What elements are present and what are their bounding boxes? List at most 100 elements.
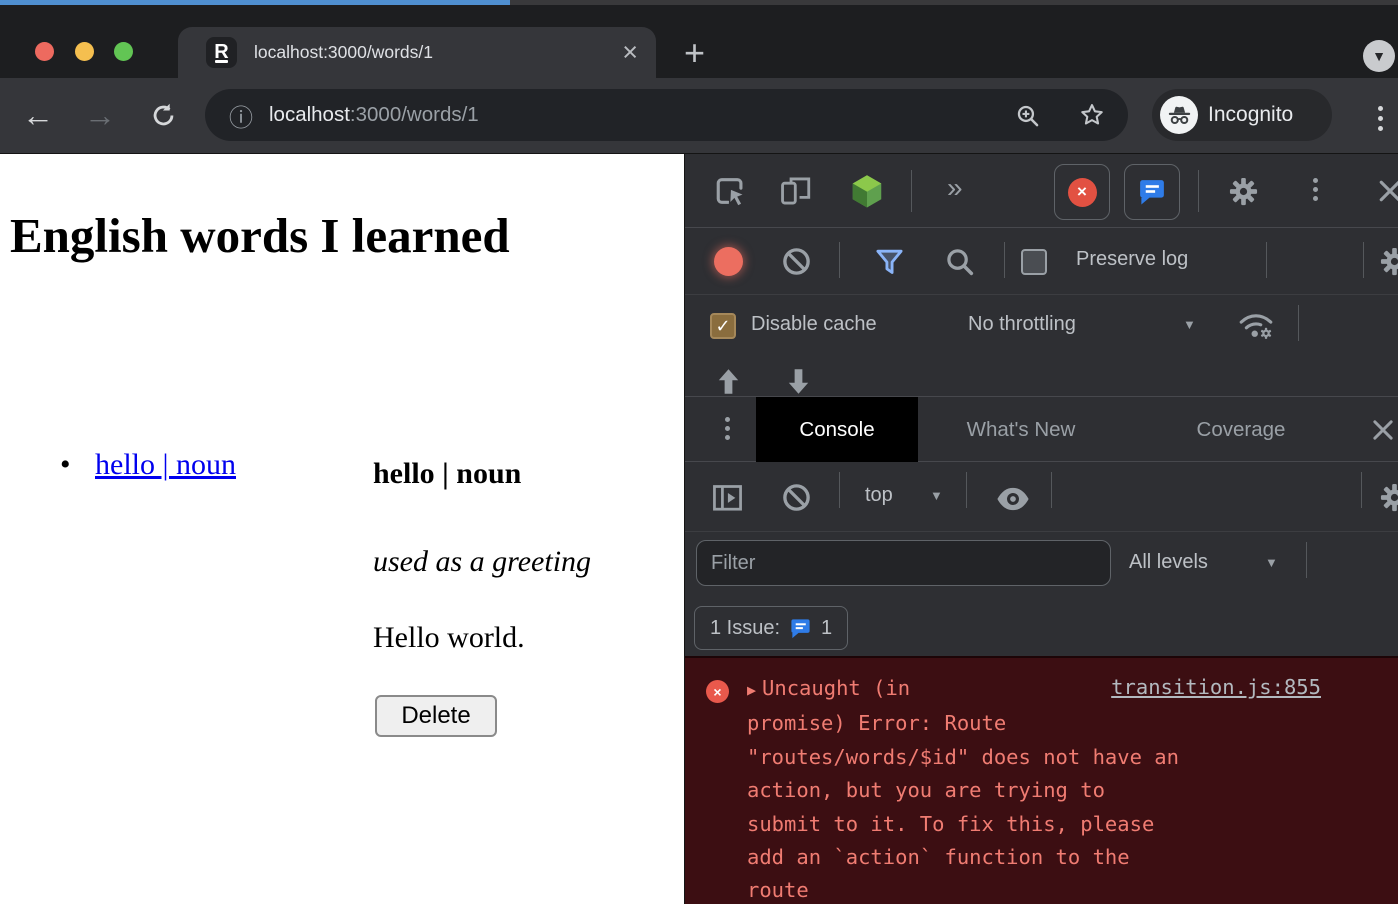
- expand-triangle-icon[interactable]: ▶: [747, 681, 756, 699]
- maximize-window-button[interactable]: [114, 42, 133, 61]
- minimize-window-button[interactable]: [75, 42, 94, 61]
- error-line: add an `action` function to the: [747, 841, 1327, 874]
- device-toolbar-icon[interactable]: [779, 174, 813, 208]
- console-sidebar-toggle-icon[interactable]: [711, 481, 744, 514]
- favicon-bar: [215, 60, 228, 63]
- site-info-icon[interactable]: ⓘ: [229, 89, 253, 141]
- console-error-message: × ▶ Uncaught (in promise) Error: Route "r…: [685, 656, 1398, 904]
- issues-badge[interactable]: [1124, 164, 1180, 220]
- issue-count: 1: [821, 617, 832, 640]
- har-buttons-row: [685, 360, 1398, 396]
- devtools-menu-dots[interactable]: [1313, 178, 1318, 183]
- tab-search-arrow-icon: ▼: [1372, 48, 1386, 64]
- levels-dropdown-arrow-icon[interactable]: ▼: [1265, 555, 1278, 570]
- url-text: localhost:3000/words/1: [269, 89, 479, 141]
- network-search-icon[interactable]: [944, 246, 975, 277]
- forward-button[interactable]: →: [84, 78, 116, 153]
- error-text: ▶ Uncaught (in promise) Error: Route "rou…: [747, 672, 1327, 904]
- console-filter-input[interactable]: [696, 540, 1111, 586]
- preserve-log-label[interactable]: Preserve log: [1076, 248, 1188, 271]
- issue-label: 1 Issue:: [710, 617, 780, 640]
- address-bar[interactable]: ⓘ localhost:3000/words/1: [205, 89, 1128, 141]
- delete-button[interactable]: Delete: [375, 695, 497, 737]
- remix-favicon: R: [206, 37, 237, 68]
- error-line: action, but you are trying to: [747, 774, 1327, 807]
- page-title: English words I learned: [10, 204, 510, 269]
- context-dropdown-arrow-icon[interactable]: ▼: [930, 488, 943, 503]
- incognito-badge[interactable]: Incognito: [1152, 89, 1332, 141]
- error-line: route: [747, 874, 1327, 904]
- drawer-close-icon[interactable]: [1369, 416, 1397, 444]
- tab-coverage[interactable]: Coverage: [1165, 397, 1317, 462]
- disable-cache-label[interactable]: Disable cache: [751, 313, 877, 336]
- devtools-main-toolbar: » ×: [685, 154, 1398, 228]
- incognito-avatar: [1160, 96, 1198, 134]
- error-count-badge[interactable]: ×: [1054, 164, 1110, 220]
- record-network-log-button[interactable]: [714, 247, 743, 276]
- error-line: submit to it. To fix this, please: [747, 808, 1327, 841]
- zoom-icon[interactable]: [1015, 103, 1040, 128]
- new-tab-button[interactable]: +: [684, 27, 705, 78]
- browser-toolbar: ← → ⓘ localhost:3000/words/1 Incognito: [0, 78, 1398, 154]
- network-conditions-wifi-icon[interactable]: [1238, 310, 1274, 342]
- drawer-menu-dots[interactable]: [725, 417, 730, 422]
- error-source-link[interactable]: transition.js:855: [1111, 675, 1321, 699]
- more-panels-chevrons[interactable]: »: [947, 172, 963, 204]
- issue-counter-pill[interactable]: 1 Issue: 1: [694, 606, 848, 650]
- tab-strip: R localhost:3000/words/1 × + ▼: [0, 5, 1398, 78]
- export-har-arrow-down-icon[interactable]: [783, 366, 814, 396]
- tab-close-icon[interactable]: ×: [622, 27, 638, 78]
- word-definition: used as a greeting: [373, 545, 591, 579]
- network-settings-gear-icon[interactable]: [1379, 246, 1398, 277]
- throttling-select[interactable]: No throttling: [968, 313, 1076, 336]
- log-levels-select[interactable]: All levels: [1129, 551, 1208, 574]
- error-x-glyph: ×: [713, 684, 721, 700]
- browser-tab[interactable]: R localhost:3000/words/1 ×: [178, 27, 656, 78]
- network-toolbar: Preserve log: [685, 228, 1398, 295]
- reload-button[interactable]: [150, 102, 177, 129]
- preserve-log-checkbox[interactable]: [1021, 249, 1047, 275]
- incognito-icon: [1166, 102, 1193, 129]
- devtools-settings-gear-icon[interactable]: [1228, 176, 1259, 207]
- tab-title: localhost:3000/words/1: [254, 27, 433, 78]
- devtools-close-icon[interactable]: [1375, 176, 1398, 206]
- issue-chat-icon: [1137, 177, 1167, 207]
- network-filter-funnel-icon[interactable]: [874, 246, 905, 277]
- throttling-dropdown-arrow-icon[interactable]: ▼: [1183, 317, 1196, 332]
- word-example: Hello world.: [373, 621, 525, 655]
- word-link[interactable]: hello | noun: [95, 448, 236, 482]
- import-har-arrow-up-icon[interactable]: [713, 366, 744, 396]
- web-page: English words I learned • hello | noun h…: [0, 154, 684, 904]
- error-line-text: Uncaught (in: [762, 676, 910, 700]
- clear-network-log-icon[interactable]: [781, 246, 812, 277]
- tab-search-button[interactable]: ▼: [1363, 40, 1395, 72]
- error-badge-x-icon: ×: [1077, 182, 1087, 202]
- drawer-tab-bar: Console What's New Coverage: [685, 396, 1398, 462]
- error-line: "routes/words/$id" does not have an: [747, 741, 1327, 774]
- console-toolbar: top ▼: [685, 462, 1398, 532]
- word-detail-title: hello | noun: [373, 457, 521, 491]
- nodejs-icon[interactable]: [849, 173, 885, 209]
- tab-whats-new[interactable]: What's New: [941, 397, 1101, 462]
- network-conditions-row: ✓ Disable cache No throttling ▼: [685, 295, 1398, 360]
- console-issues-row: 1 Issue: 1: [685, 600, 1398, 656]
- browser-menu-button[interactable]: [1378, 106, 1383, 111]
- error-line: promise) Error: Route: [747, 707, 1327, 740]
- clear-console-icon[interactable]: [781, 482, 812, 513]
- bookmark-star-icon[interactable]: [1079, 102, 1105, 128]
- checkmark-icon: ✓: [715, 316, 730, 337]
- execution-context-select[interactable]: top: [865, 484, 893, 507]
- console-settings-gear-icon[interactable]: [1379, 482, 1398, 513]
- list-bullet: •: [60, 448, 71, 482]
- back-button[interactable]: ←: [22, 78, 54, 153]
- tab-console[interactable]: Console: [756, 397, 918, 462]
- disable-cache-checkbox[interactable]: ✓: [710, 313, 736, 339]
- error-circle-icon: ×: [706, 680, 729, 703]
- url-host: localhost: [269, 103, 350, 127]
- browser-window: R localhost:3000/words/1 × + ▼ ← → ⓘ loc…: [0, 0, 1398, 904]
- live-expression-eye-icon[interactable]: [995, 486, 1031, 512]
- inspect-element-icon[interactable]: [714, 174, 748, 208]
- incognito-label: Incognito: [1208, 89, 1293, 141]
- close-window-button[interactable]: [35, 42, 54, 61]
- console-filter-row: All levels ▼: [685, 532, 1398, 600]
